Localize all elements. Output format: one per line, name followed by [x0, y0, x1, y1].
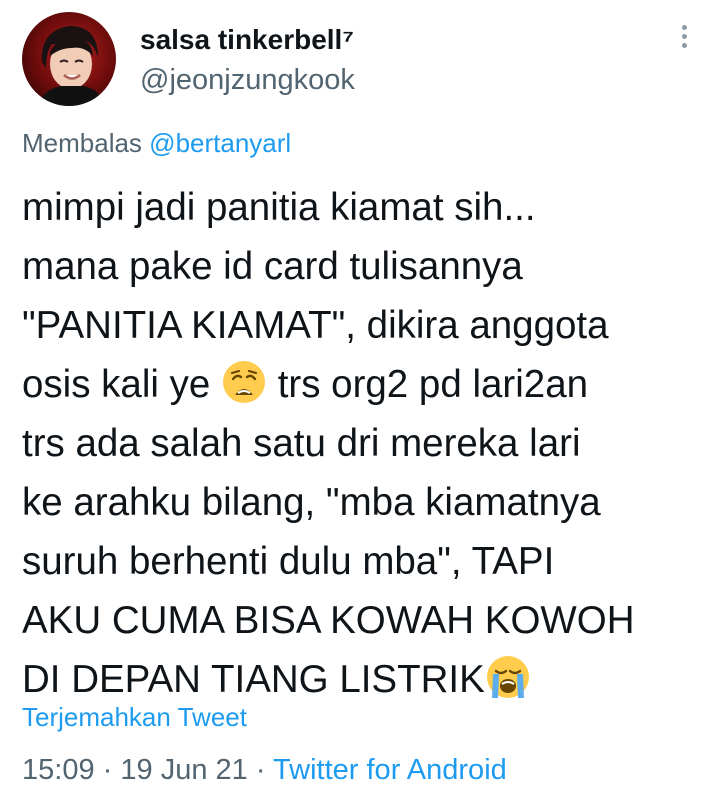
tweet-line-part: osis kali ye [22, 363, 211, 406]
weary-face-emoji [221, 359, 267, 405]
reply-prefix: Membalas [22, 128, 142, 158]
tweet-line: AKU CUMA BISA KOWAH KOWOH [22, 599, 635, 642]
author-handle[interactable]: @jeonjzungkook [140, 64, 355, 97]
tweet-card: salsa tinkerbell⁷ @jeonjzungkook Membala… [0, 0, 720, 806]
translate-tweet-link[interactable]: Terjemahkan Tweet [22, 702, 247, 733]
tweet-line: trs ada salah satu dri mereka lari [22, 422, 581, 465]
tweet-line-part: DI DEPAN TIANG LISTRIK [22, 658, 485, 701]
avatar[interactable] [22, 12, 116, 106]
tweet-line-with-emoji: DI DEPAN TIANG LISTRIK [22, 650, 712, 709]
tweet-line: suruh berhenti dulu mba", TAPI [22, 540, 555, 583]
author-display-name[interactable]: salsa tinkerbell⁷ [140, 24, 354, 56]
tweet-meta: 15:09 · 19 Jun 21 · Twitter for Android [22, 754, 507, 787]
tweet-line: ke arahku bilang, "mba kiamatnya [22, 481, 601, 524]
tweet-date: 19 Jun 21 [120, 754, 248, 786]
meta-separator: · [255, 754, 266, 786]
loudly-crying-face-emoji [485, 654, 531, 700]
tweet-line: mana pake id card tulisannya [22, 245, 523, 288]
tweet-line: "PANITIA KIAMAT", dikira anggota [22, 304, 609, 347]
meta-separator: · [102, 754, 113, 786]
reply-handle-link[interactable]: @bertanyarl [149, 128, 291, 158]
tweet-source-link[interactable]: Twitter for Android [273, 754, 507, 786]
reply-context: Membalas @bertanyarl [22, 128, 291, 159]
tweet-line-with-emoji: osis kali ye trs org2 pd lari2an [22, 355, 712, 414]
tweet-text: mimpi jadi panitia kiamat sih... mana pa… [22, 178, 712, 709]
tweet-line: mimpi jadi panitia kiamat sih... [22, 186, 536, 229]
more-options-icon[interactable] [674, 22, 694, 58]
tweet-line-part: trs org2 pd lari2an [277, 363, 589, 406]
tweet-time: 15:09 [22, 754, 95, 786]
